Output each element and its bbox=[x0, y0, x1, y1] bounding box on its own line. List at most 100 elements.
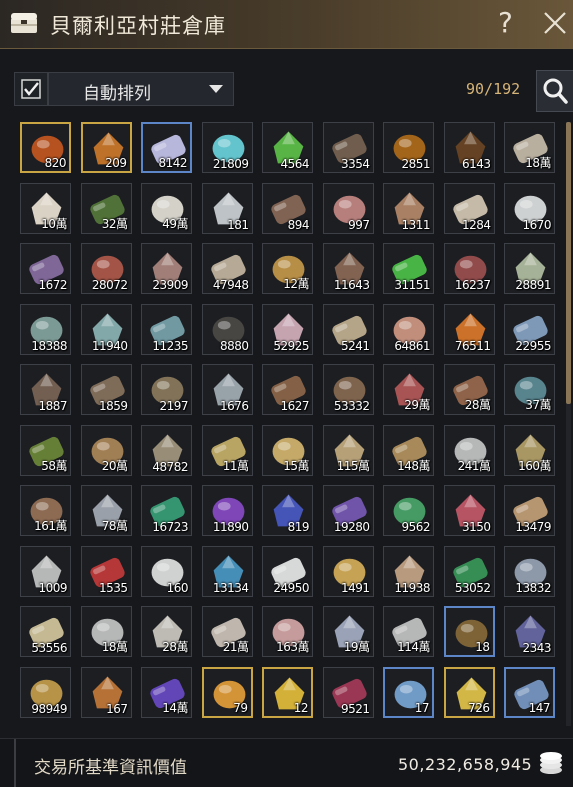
item-slot[interactable]: 1284 bbox=[443, 182, 495, 234]
item-slot[interactable]: 98949 bbox=[20, 666, 71, 718]
item-slot[interactable]: 5241 bbox=[322, 303, 374, 355]
item-slot[interactable]: 76511 bbox=[443, 303, 495, 355]
item-slot[interactable]: 12 bbox=[262, 666, 313, 718]
item-slot[interactable]: 160萬 bbox=[504, 424, 555, 476]
item-slot[interactable]: 209 bbox=[80, 122, 132, 173]
item-slot[interactable]: 163萬 bbox=[262, 606, 313, 657]
item-quantity: 167 bbox=[106, 701, 128, 716]
item-slot[interactable]: 3150 bbox=[443, 485, 495, 536]
item-slot[interactable]: 10萬 bbox=[20, 182, 71, 234]
item-slot[interactable]: 1311 bbox=[383, 182, 434, 234]
item-slot[interactable]: 21萬 bbox=[201, 606, 253, 657]
item-slot[interactable]: 8142 bbox=[141, 122, 192, 173]
item-slot[interactable]: 53332 bbox=[322, 364, 374, 415]
item-slot[interactable]: 241萬 bbox=[443, 424, 495, 476]
help-button[interactable]: ? bbox=[498, 6, 513, 39]
item-slot[interactable]: 148萬 bbox=[383, 424, 434, 476]
auto-sort-checkbox[interactable] bbox=[14, 72, 48, 106]
item-slot[interactable]: 11643 bbox=[322, 243, 374, 294]
item-slot[interactable]: 78萬 bbox=[80, 485, 132, 536]
item-slot[interactable]: 894 bbox=[262, 182, 313, 234]
close-icon[interactable] bbox=[540, 6, 570, 40]
item-slot[interactable]: 18 bbox=[443, 606, 495, 657]
item-slot[interactable]: 1676 bbox=[201, 364, 253, 415]
item-slot[interactable]: 16723 bbox=[141, 485, 192, 536]
sort-dropdown[interactable]: 自動排列 bbox=[48, 72, 234, 106]
item-slot[interactable]: 15萬 bbox=[262, 424, 313, 476]
item-slot[interactable]: 32萬 bbox=[80, 182, 132, 234]
item-slot[interactable]: 1887 bbox=[20, 364, 71, 415]
item-slot[interactable]: 19萬 bbox=[322, 606, 374, 657]
item-slot[interactable]: 11235 bbox=[141, 303, 192, 355]
item-slot[interactable]: 64861 bbox=[383, 303, 434, 355]
item-slot[interactable]: 147 bbox=[504, 666, 555, 718]
item-slot[interactable]: 47948 bbox=[201, 243, 253, 294]
item-slot[interactable]: 997 bbox=[322, 182, 374, 234]
item-slot[interactable]: 22955 bbox=[504, 303, 555, 355]
item-slot[interactable]: 13134 bbox=[201, 545, 253, 597]
item-slot[interactable]: 24950 bbox=[262, 545, 313, 597]
item-slot[interactable]: 1009 bbox=[20, 545, 71, 597]
item-slot[interactable]: 28萬 bbox=[141, 606, 192, 657]
item-slot[interactable]: 79 bbox=[201, 666, 253, 718]
item-slot[interactable]: 726 bbox=[443, 666, 495, 718]
item-slot[interactable]: 8880 bbox=[201, 303, 253, 355]
item-slot[interactable]: 31151 bbox=[383, 243, 434, 294]
item-slot[interactable]: 53052 bbox=[443, 545, 495, 597]
title-bar[interactable]: 貝爾利亞村莊倉庫 ? bbox=[0, 0, 573, 49]
item-slot[interactable]: 58萬 bbox=[20, 424, 71, 476]
item-slot[interactable]: 114萬 bbox=[383, 606, 434, 657]
item-slot[interactable]: 2197 bbox=[141, 364, 192, 415]
item-slot[interactable]: 28072 bbox=[80, 243, 132, 294]
item-slot[interactable]: 820 bbox=[20, 122, 71, 173]
item-slot[interactable]: 4564 bbox=[262, 122, 313, 173]
item-slot[interactable]: 115萬 bbox=[322, 424, 374, 476]
item-slot[interactable]: 29萬 bbox=[383, 364, 434, 415]
item-slot[interactable]: 11萬 bbox=[201, 424, 253, 476]
item-slot[interactable]: 11938 bbox=[383, 545, 434, 597]
item-slot[interactable]: 161萬 bbox=[20, 485, 71, 536]
item-slot[interactable]: 1535 bbox=[80, 545, 132, 597]
item-slot[interactable]: 48782 bbox=[141, 424, 192, 476]
capacity-count: 90/192 bbox=[466, 80, 521, 98]
item-slot[interactable]: 12萬 bbox=[262, 243, 313, 294]
item-slot[interactable]: 18萬 bbox=[504, 122, 555, 173]
item-slot[interactable]: 1670 bbox=[504, 182, 555, 234]
item-slot[interactable]: 9562 bbox=[383, 485, 434, 536]
item-slot[interactable]: 6143 bbox=[443, 122, 495, 173]
item-slot[interactable]: 37萬 bbox=[504, 364, 555, 415]
item-slot[interactable]: 49萬 bbox=[141, 182, 192, 234]
item-slot[interactable]: 3354 bbox=[322, 122, 374, 173]
item-slot[interactable]: 52925 bbox=[262, 303, 313, 355]
item-slot[interactable]: 181 bbox=[201, 182, 253, 234]
item-slot[interactable]: 53556 bbox=[20, 606, 71, 657]
search-button[interactable] bbox=[536, 70, 573, 112]
item-slot[interactable]: 1672 bbox=[20, 243, 71, 294]
item-slot[interactable]: 17 bbox=[383, 666, 434, 718]
item-slot[interactable]: 2851 bbox=[383, 122, 434, 173]
item-slot[interactable]: 18388 bbox=[20, 303, 71, 355]
item-slot[interactable]: 2343 bbox=[504, 606, 555, 657]
item-slot[interactable]: 11890 bbox=[201, 485, 253, 536]
item-slot[interactable]: 28891 bbox=[504, 243, 555, 294]
item-slot[interactable]: 13479 bbox=[504, 485, 555, 536]
item-slot[interactable]: 13832 bbox=[504, 545, 555, 597]
item-slot[interactable]: 11940 bbox=[80, 303, 132, 355]
item-slot[interactable]: 16237 bbox=[443, 243, 495, 294]
item-slot[interactable]: 20萬 bbox=[80, 424, 132, 476]
item-slot[interactable]: 9521 bbox=[322, 666, 374, 718]
item-slot[interactable]: 1491 bbox=[322, 545, 374, 597]
item-slot[interactable]: 28萬 bbox=[443, 364, 495, 415]
item-slot[interactable]: 1627 bbox=[262, 364, 313, 415]
item-slot[interactable]: 160 bbox=[141, 545, 192, 597]
scrollbar-thumb[interactable] bbox=[566, 122, 571, 404]
item-slot[interactable]: 18萬 bbox=[80, 606, 132, 657]
item-slot[interactable]: 1859 bbox=[80, 364, 132, 415]
item-slot[interactable]: 14萬 bbox=[141, 666, 192, 718]
item-slot[interactable]: 21809 bbox=[201, 122, 253, 173]
item-slot[interactable]: 167 bbox=[80, 666, 132, 718]
footer-bar: 交易所基準資訊價值 50,232,658,945 bbox=[0, 738, 573, 787]
item-slot[interactable]: 819 bbox=[262, 485, 313, 536]
item-slot[interactable]: 23909 bbox=[141, 243, 192, 294]
item-slot[interactable]: 19280 bbox=[322, 485, 374, 536]
